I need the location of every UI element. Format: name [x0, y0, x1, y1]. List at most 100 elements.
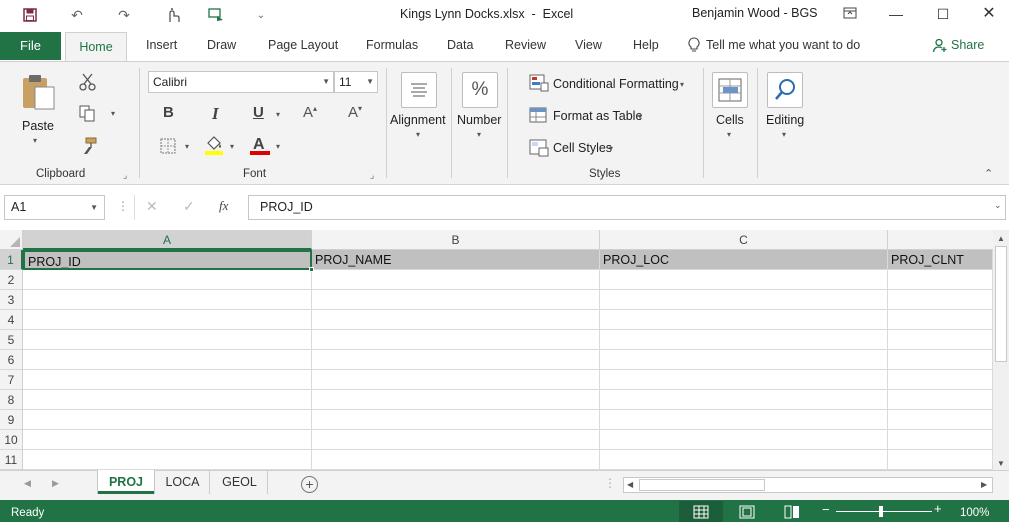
grid-cell[interactable]	[312, 310, 600, 330]
grid-cell[interactable]	[23, 290, 312, 310]
grid-cell[interactable]	[600, 430, 888, 450]
tab-home[interactable]: Home	[65, 32, 127, 61]
grid-cell[interactable]	[600, 370, 888, 390]
fill-color-icon[interactable]	[204, 134, 224, 159]
font-size-select[interactable]: 11 ▼	[334, 71, 378, 93]
underline-button[interactable]: U	[253, 104, 264, 121]
row-header[interactable]: 9	[0, 410, 23, 430]
alignment-dropdown-icon[interactable]: ▾	[416, 130, 420, 139]
grid-cell[interactable]	[312, 290, 600, 310]
sheet-tab-loca[interactable]: LOCA	[156, 470, 210, 494]
zoom-in-icon[interactable]: +	[934, 501, 942, 516]
sheet-tab-geol[interactable]: GEOL	[212, 470, 268, 494]
vertical-scrollbar[interactable]: ▲ ▼	[993, 230, 1009, 470]
page-break-view-icon[interactable]	[784, 505, 800, 522]
zoom-out-icon[interactable]: −	[822, 502, 830, 517]
font-color-icon[interactable]: A	[249, 134, 271, 159]
row-header[interactable]: 6	[0, 350, 23, 370]
bold-button[interactable]: B	[163, 104, 174, 121]
tab-page-layout[interactable]: Page Layout	[268, 38, 338, 52]
undo-icon[interactable]: ↶	[66, 5, 88, 25]
page-layout-view-icon[interactable]	[739, 505, 755, 522]
scroll-sheets-right-icon[interactable]: ▶	[52, 478, 59, 489]
grid-cell[interactable]	[23, 350, 312, 370]
increase-font-icon[interactable]: A▴	[303, 104, 317, 121]
maximize-icon[interactable]: ☐	[931, 3, 955, 25]
grid-cell[interactable]	[23, 330, 312, 350]
save-icon[interactable]	[20, 5, 40, 25]
row-header[interactable]: 2	[0, 270, 23, 290]
format-as-table-button[interactable]: Format as Table	[553, 109, 642, 123]
grid-cell[interactable]	[600, 310, 888, 330]
grid-cell[interactable]	[888, 450, 993, 470]
grid-cell[interactable]	[312, 350, 600, 370]
zoom-level[interactable]: 100%	[960, 507, 989, 519]
cell-styles-icon[interactable]	[529, 139, 549, 160]
editing-button[interactable]: Editing	[766, 113, 804, 127]
ribbon-display-icon[interactable]	[838, 3, 862, 25]
conditional-formatting-icon[interactable]	[529, 74, 549, 95]
minimize-icon[interactable]: —	[884, 3, 908, 25]
row-header[interactable]: 5	[0, 330, 23, 350]
cell-a1[interactable]: PROJ_ID	[23, 250, 312, 270]
grid-cell[interactable]	[312, 270, 600, 290]
scroll-right-icon[interactable]: ▶	[981, 480, 987, 489]
grid-cell[interactable]	[888, 410, 993, 430]
tell-me-search[interactable]: Tell me what you want to do	[706, 38, 860, 52]
paste-label[interactable]: Paste	[22, 119, 54, 133]
font-color-dropdown-icon[interactable]: ▾	[276, 142, 280, 151]
grid-cell[interactable]	[888, 350, 993, 370]
zoom-slider[interactable]	[836, 511, 932, 512]
chevron-down-icon[interactable]: ▾	[680, 80, 684, 89]
tab-draw[interactable]: Draw	[207, 38, 236, 52]
grid-cell[interactable]	[312, 370, 600, 390]
copy-dropdown-icon[interactable]: ▾	[111, 109, 115, 118]
cut-icon[interactable]	[79, 73, 97, 94]
redo-icon[interactable]: ↷	[113, 5, 135, 25]
grid-cell[interactable]	[600, 290, 888, 310]
column-header-a[interactable]: A	[23, 230, 312, 250]
editing-dropdown-icon[interactable]: ▾	[782, 130, 786, 139]
number-percent-icon[interactable]: %	[462, 72, 498, 108]
cells-dropdown-icon[interactable]: ▾	[727, 130, 731, 139]
grid-cell[interactable]	[312, 430, 600, 450]
grid-cell[interactable]	[23, 430, 312, 450]
formula-input[interactable]: PROJ_ID	[248, 195, 1006, 220]
grid-cell[interactable]	[600, 410, 888, 430]
borders-dropdown-icon[interactable]: ▾	[185, 142, 189, 151]
cell-styles-button[interactable]: Cell Styles	[553, 141, 612, 155]
cell-d1[interactable]: PROJ_CLNT	[888, 250, 993, 270]
row-header[interactable]: 3	[0, 290, 23, 310]
search-icon[interactable]	[767, 72, 803, 108]
font-name-select[interactable]: Calibri ▼	[148, 71, 334, 93]
number-button[interactable]: Number	[457, 113, 501, 127]
tab-file[interactable]: File	[0, 32, 61, 60]
clipboard-launcher-icon[interactable]: ⌟	[123, 170, 127, 181]
add-sheet-icon[interactable]: +	[301, 476, 318, 493]
grid-cell[interactable]	[888, 330, 993, 350]
sheet-tab-proj[interactable]: PROJ	[98, 470, 154, 494]
tab-view[interactable]: View	[575, 38, 602, 52]
chevron-down-icon[interactable]: ▾	[638, 112, 642, 121]
grid-cell[interactable]	[23, 270, 312, 290]
alignment-icon[interactable]	[401, 72, 437, 108]
zoom-slider-thumb[interactable]	[879, 506, 883, 517]
fill-color-dropdown-icon[interactable]: ▾	[230, 142, 234, 151]
alignment-button[interactable]: Alignment	[390, 113, 446, 127]
grid-cell[interactable]	[312, 450, 600, 470]
fill-handle[interactable]	[309, 267, 314, 272]
grid-cell[interactable]	[23, 450, 312, 470]
scroll-up-icon[interactable]: ▲	[997, 234, 1005, 243]
horizontal-scrollbar[interactable]: ◀ ▶	[623, 477, 993, 493]
format-painter-icon[interactable]	[80, 137, 98, 158]
grid-cell[interactable]	[888, 270, 993, 290]
collapse-ribbon-icon[interactable]: ⌃	[984, 167, 993, 180]
grid-cell[interactable]	[23, 370, 312, 390]
user-name[interactable]: Benjamin Wood - BGS	[692, 6, 818, 20]
more-icon[interactable]: ⋮	[604, 476, 616, 490]
decrease-font-icon[interactable]: A▾	[348, 104, 362, 121]
tab-data[interactable]: Data	[447, 38, 473, 52]
conditional-formatting-button[interactable]: Conditional Formatting	[553, 77, 679, 91]
tab-formulas[interactable]: Formulas	[366, 38, 418, 52]
grid-cell[interactable]	[888, 430, 993, 450]
